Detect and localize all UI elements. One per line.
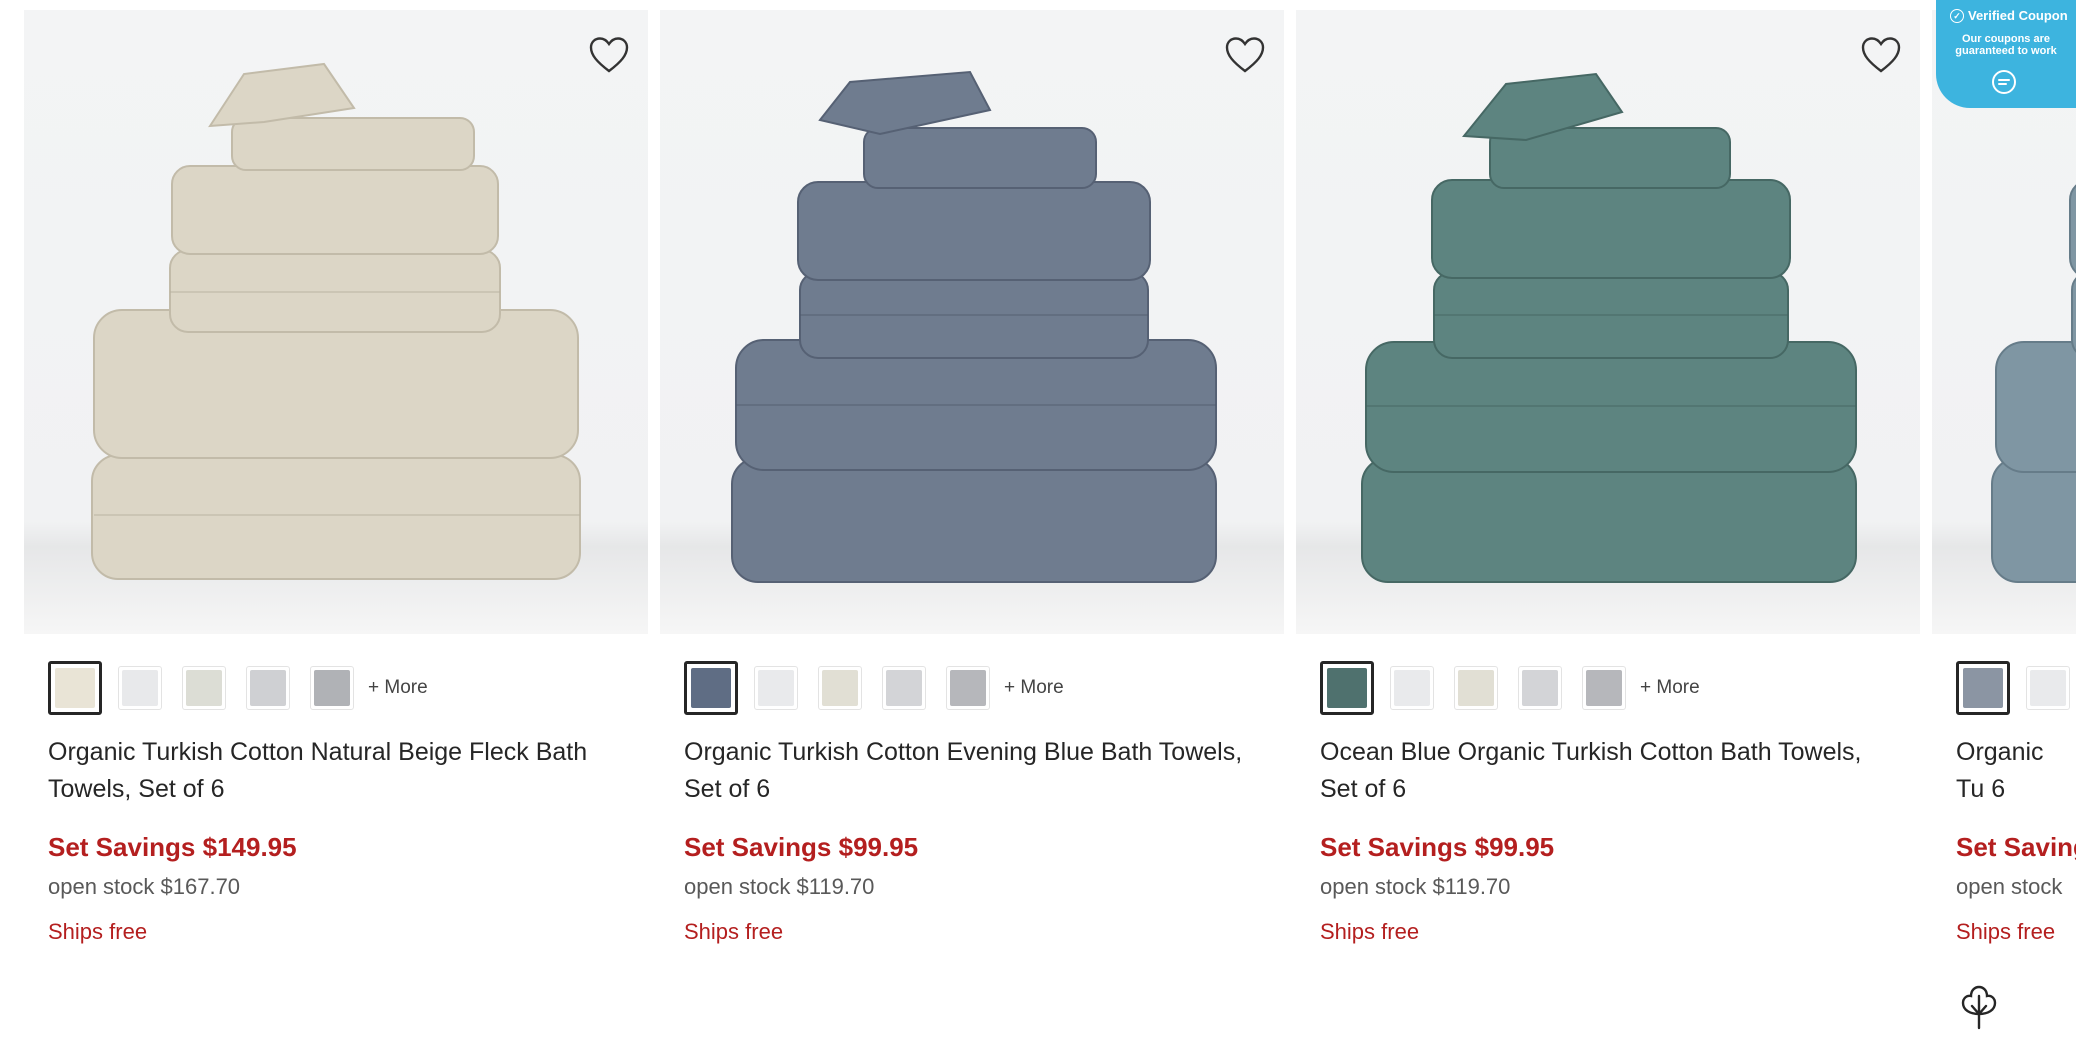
color-swatches: + More [48, 660, 428, 716]
product-card[interactable]: + More Ocean Blue Organic Turkish Cotton… [1296, 0, 1920, 1064]
swatch[interactable] [1390, 666, 1434, 710]
wishlist-heart-icon[interactable] [1858, 32, 1904, 78]
shipping-note: Ships free [48, 919, 148, 944]
sale-price: Set Saving [1956, 832, 2076, 862]
sale-price: Set Savings $149.95 [48, 832, 297, 862]
swatch[interactable] [818, 666, 862, 710]
open-stock-price: open stock $119.70 [684, 874, 875, 899]
towel-stack-image [731, 70, 1217, 583]
more-colors-link[interactable]: + More [1640, 677, 1700, 699]
color-swatches: + More [684, 660, 1064, 716]
wishlist-heart-icon[interactable] [586, 32, 632, 78]
swatch-selected[interactable] [48, 661, 102, 715]
swatch[interactable] [1582, 666, 1626, 710]
chat-bubble-icon[interactable] [1990, 68, 2018, 96]
verified-coupon-badge[interactable]: ✓ Verified Coupon Our coupons are guaran… [1936, 0, 2076, 108]
sale-price: Set Savings $99.95 [1320, 832, 1555, 862]
shipping-note: Ships free [1320, 919, 1420, 944]
shipping-note: Ships free [684, 919, 784, 944]
swatch[interactable] [1518, 666, 1562, 710]
cotton-flower-icon [1961, 985, 1997, 1030]
product-name[interactable]: Organic Turkish Cotton Evening Blue Bath… [684, 734, 1264, 808]
product-card[interactable]: Organic Tu 6 Set Saving open stock Ships… [1932, 0, 2076, 1064]
open-stock-price: open stock [1956, 874, 2063, 899]
color-swatches [1956, 660, 2076, 716]
product-image[interactable] [1296, 10, 1920, 634]
swatch[interactable] [946, 666, 990, 710]
coupon-title: ✓ Verified Coupon [1950, 8, 2068, 23]
open-stock-price: open stock $167.70 [48, 874, 241, 899]
open-stock-price: open stock $119.70 [1320, 874, 1511, 899]
swatch[interactable] [310, 666, 354, 710]
swatch[interactable] [182, 666, 226, 710]
product-card[interactable]: + More Organic Turkish Cotton Natural Be… [24, 0, 648, 1064]
product-card[interactable]: + More Organic Turkish Cotton Evening Bl… [660, 0, 1284, 1064]
towel-stack-image [91, 62, 581, 580]
sale-price: Set Savings $99.95 [684, 832, 919, 862]
swatch[interactable] [118, 666, 162, 710]
swatch[interactable] [246, 666, 290, 710]
swatch[interactable] [882, 666, 926, 710]
swatch-selected[interactable] [1956, 661, 2010, 715]
color-swatches: + More [1320, 660, 1700, 716]
shipping-note: Ships free [1956, 919, 2056, 944]
product-image[interactable] [660, 10, 1284, 634]
product-name[interactable]: Organic Tu 6 [1956, 734, 2066, 808]
swatch[interactable] [2026, 666, 2070, 710]
more-colors-link[interactable]: + More [1004, 677, 1064, 699]
swatch[interactable] [754, 666, 798, 710]
product-image[interactable] [24, 10, 648, 634]
product-name[interactable]: Organic Turkish Cotton Natural Beige Fle… [48, 734, 628, 808]
product-name[interactable]: Ocean Blue Organic Turkish Cotton Bath T… [1320, 734, 1900, 808]
more-colors-link[interactable]: + More [368, 677, 428, 699]
swatch-selected[interactable] [684, 661, 738, 715]
swatch-selected[interactable] [1320, 661, 1374, 715]
wishlist-heart-icon[interactable] [1222, 32, 1268, 78]
coupon-text: Our coupons are guaranteed to work [1955, 33, 2057, 57]
towel-stack-image [1361, 72, 1857, 583]
check-circle-icon: ✓ [1950, 8, 1964, 23]
product-grid: + More Organic Turkish Cotton Natural Be… [0, 0, 2076, 1064]
swatch[interactable] [1454, 666, 1498, 710]
